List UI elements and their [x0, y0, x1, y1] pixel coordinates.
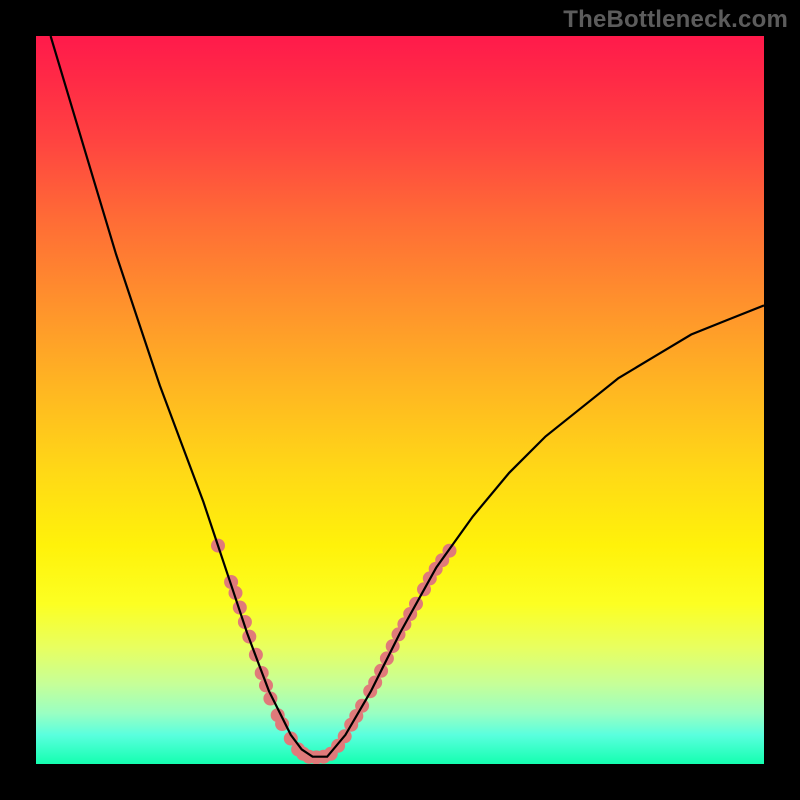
chart-frame: TheBottleneck.com — [0, 0, 800, 800]
marker-points-layer — [211, 539, 457, 764]
plot-area — [36, 36, 764, 764]
chart-svg — [36, 36, 764, 764]
bottleneck-curve-line — [51, 36, 764, 757]
watermark-text: TheBottleneck.com — [563, 6, 788, 34]
